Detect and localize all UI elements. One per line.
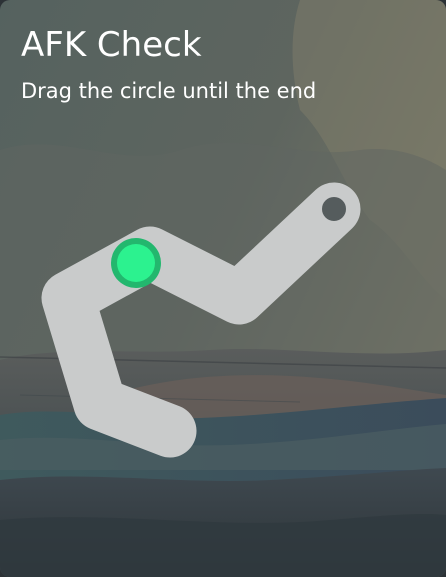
- track-path: [41, 182, 361, 458]
- end-marker: [318, 193, 350, 225]
- afk-check-card: AFK Check Drag the circle until the end: [0, 0, 446, 577]
- drag-path-track: [41, 182, 361, 458]
- drag-handle-knob[interactable]: [117, 244, 155, 282]
- drag-handle[interactable]: [111, 238, 161, 288]
